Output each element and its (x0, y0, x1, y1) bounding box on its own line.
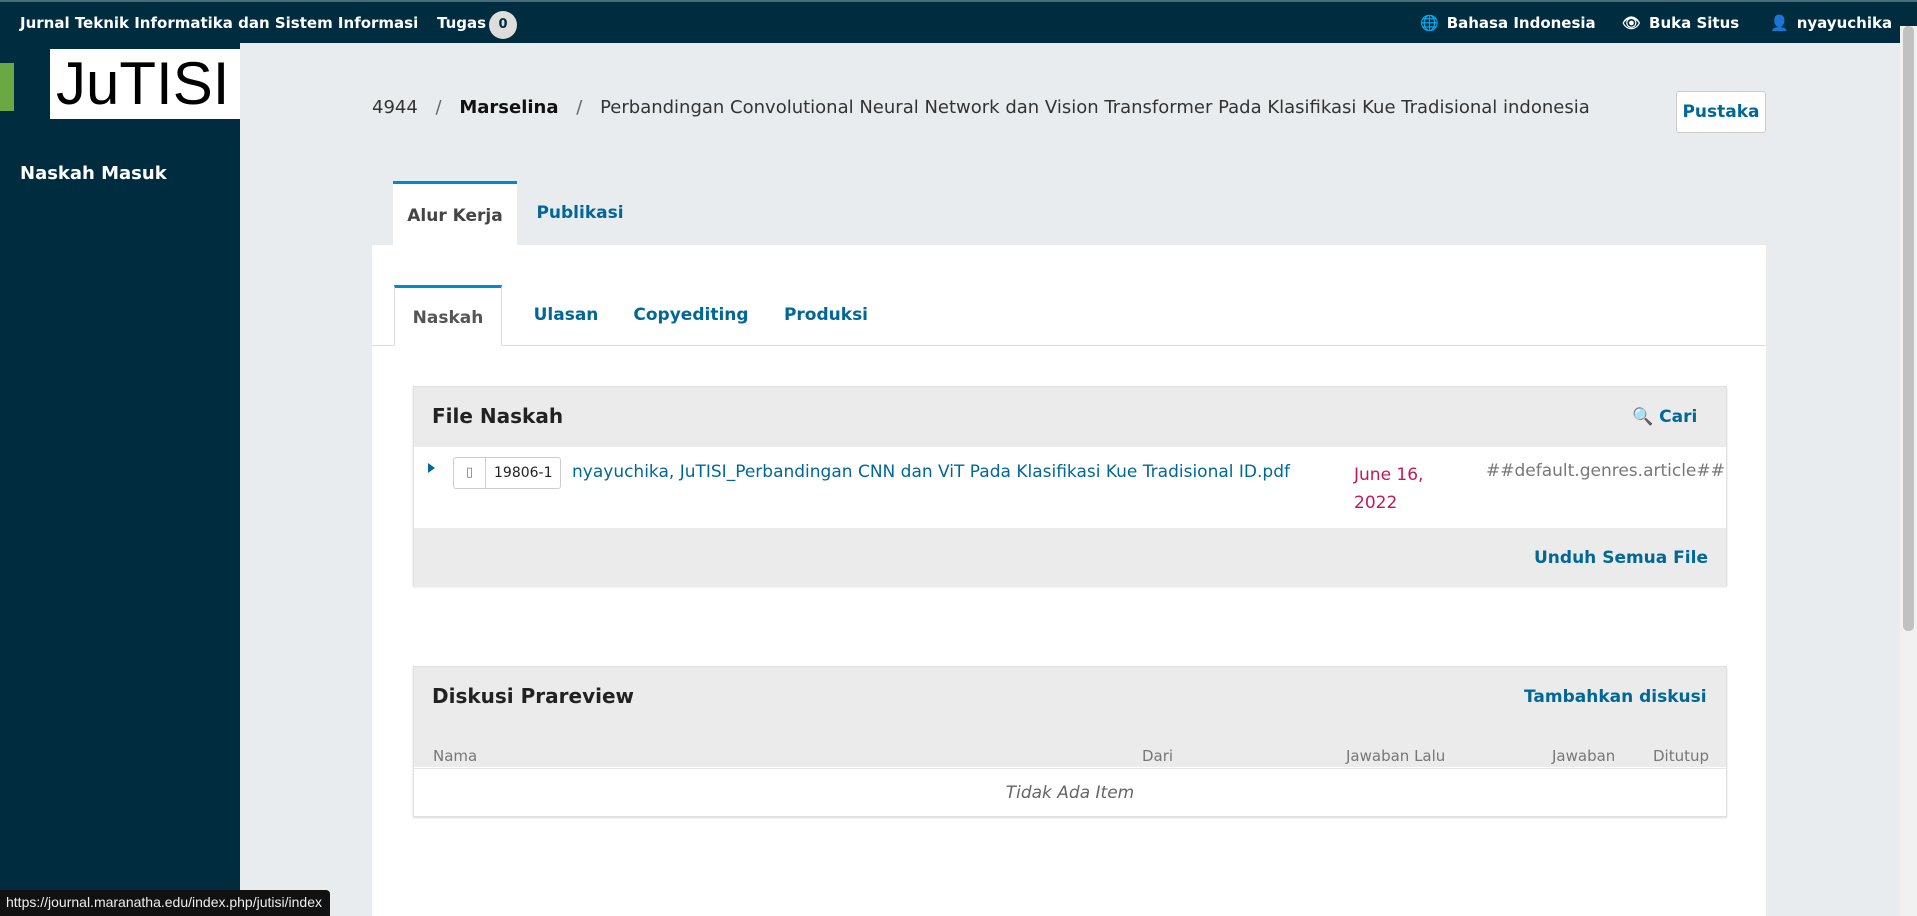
add-discussion-button[interactable]: Tambahkan diskusi (1524, 687, 1707, 707)
user-icon: 👤 (1770, 14, 1789, 32)
file-genre: ##default.genres.article## (1486, 461, 1725, 481)
pdf-file-icon: ▯ (454, 458, 486, 488)
workflow-panel: Naskah Ulasan Copyediting Produksi File … (372, 245, 1766, 916)
breadcrumb-separator: / (435, 97, 442, 118)
scrollbar-thumb[interactable] (1903, 26, 1914, 631)
view-site-link[interactable]: 👁 Buka Situs (1622, 14, 1739, 32)
download-all-files-button[interactable]: Unduh Semua File (1534, 548, 1708, 568)
grid-title: Diskusi Prareview (432, 684, 635, 708)
table-row: ▯ 19806-1 nyayuchika, JuTISI_Perbandinga… (414, 447, 1726, 529)
file-date-year: 2022 (1354, 493, 1398, 513)
status-url-bar: https://journal.maranatha.edu/index.php/… (0, 890, 330, 916)
column-header-closed: Ditutup (1653, 747, 1710, 765)
globe-icon: 🌐 (1420, 14, 1439, 32)
submission-title: Perbandingan Convolutional Neural Networ… (600, 97, 1590, 118)
column-header-from: Dari (1142, 747, 1174, 765)
language-menu[interactable]: 🌐 Bahasa Indonesia (1420, 14, 1596, 32)
logo-accent-bar (0, 63, 14, 111)
grid-header: Diskusi Prareview Tambahkan diskusi Nama… (414, 667, 1726, 767)
column-header-replies: Jawaban (1552, 747, 1616, 765)
tab-production[interactable]: Produksi (776, 285, 876, 346)
top-navbar: Jurnal Teknik Informatika dan Sistem Inf… (0, 0, 1917, 43)
library-button[interactable]: Pustaka (1676, 91, 1766, 133)
file-name-link[interactable]: nyayuchika, JuTISI_Perbandingan CNN dan … (572, 462, 1290, 482)
submission-author: Marselina (459, 97, 559, 118)
tasks-count-badge[interactable]: 0 (489, 11, 517, 39)
breadcrumb: 4944 / Marselina / Perbandingan Convolut… (372, 97, 1590, 118)
file-id: 19806-1 (494, 465, 553, 481)
tab-publication[interactable]: Publikasi (530, 181, 630, 246)
grid-title: File Naskah (432, 404, 564, 428)
site-title-link[interactable]: Jurnal Teknik Informatika dan Sistem Inf… (20, 14, 418, 32)
search-icon: 🔍 (1632, 407, 1654, 427)
tasks-link[interactable]: Tugas (437, 14, 486, 32)
search-label: Cari (1659, 407, 1698, 427)
user-menu[interactable]: 👤 nyayuchika (1770, 14, 1892, 32)
expand-arrow-icon[interactable] (428, 463, 435, 473)
empty-list-message: Tidak Ada Item (414, 768, 1726, 818)
search-button[interactable]: 🔍 Cari (1632, 407, 1697, 427)
breadcrumb-separator: / (576, 97, 583, 118)
sidebar: JuTISI Naskah Masuk (0, 43, 240, 916)
tab-submission[interactable]: Naskah (394, 285, 502, 346)
column-header-last-reply: Jawaban Lalu (1346, 747, 1446, 765)
username-label: nyayuchika (1796, 14, 1893, 32)
sidebar-item-submissions[interactable]: Naskah Masuk (20, 163, 167, 184)
tab-copyediting[interactable]: Copyediting (631, 285, 751, 346)
file-date: June 16, 2022 (1354, 461, 1444, 517)
submission-files-grid: File Naskah 🔍 Cari ▯ 19806-1 nyayuchika, … (413, 386, 1727, 587)
grid-footer: Unduh Semua File (414, 528, 1726, 587)
eye-icon: 👁 (1622, 14, 1642, 32)
page-scrollbar[interactable] (1900, 26, 1917, 916)
journal-logo[interactable]: JuTISI (50, 49, 240, 119)
grid-header: File Naskah 🔍 Cari (414, 387, 1726, 447)
language-label: Bahasa Indonesia (1446, 14, 1596, 32)
tab-review[interactable]: Ulasan (526, 285, 606, 346)
column-header-name: Nama (433, 747, 478, 765)
tab-workflow[interactable]: Alur Kerja (393, 181, 517, 246)
file-id-badge: ▯ 19806-1 (453, 457, 561, 489)
view-site-label: Buka Situs (1649, 14, 1740, 32)
prereview-discussion-grid: Diskusi Prareview Tambahkan diskusi Nama… (413, 666, 1727, 817)
file-date-month-day: June 16, (1354, 465, 1424, 485)
submission-id: 4944 (372, 97, 418, 118)
